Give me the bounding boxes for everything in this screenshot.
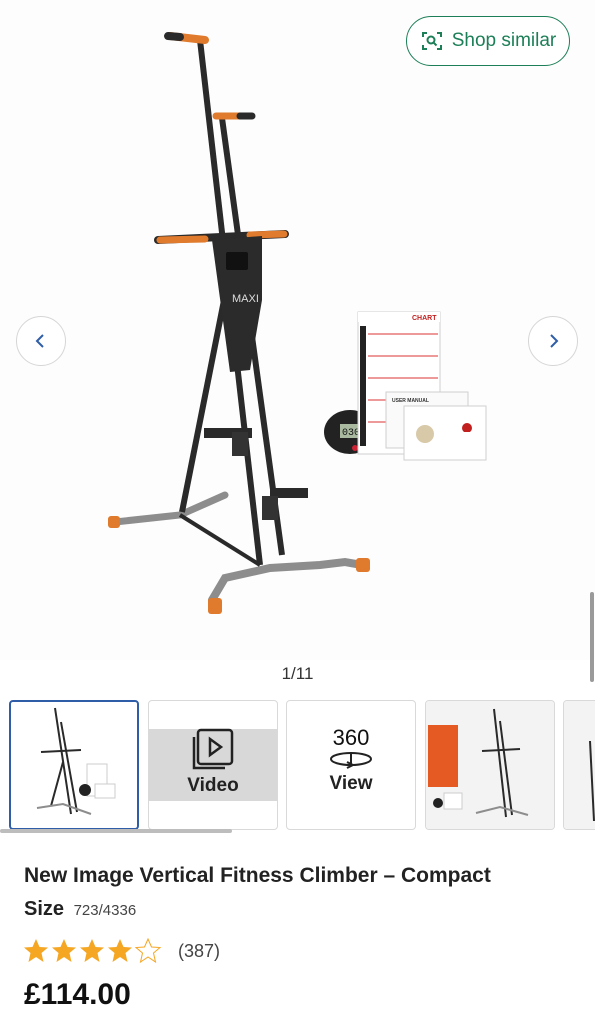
product-title: New Image Vertical Fitness Climber – Com… <box>24 864 491 887</box>
view-360-label: 360 <box>332 725 370 750</box>
thumbnail-next-image[interactable] <box>563 700 595 830</box>
shop-similar-button[interactable]: Shop similar <box>406 16 570 66</box>
product-image-gallery[interactable]: MAXI 030 CHART USER MANUAL Shop similar <box>0 0 595 660</box>
review-count[interactable]: (387) <box>178 941 220 962</box>
thumbnail-360-view[interactable]: 360 View <box>286 700 416 830</box>
thumbnail-includes-image[interactable] <box>425 700 555 830</box>
console-display: 030 <box>342 428 360 439</box>
shop-similar-label: Shop similar <box>451 30 557 51</box>
gallery-counter: 1/11 <box>281 664 314 683</box>
video-label: Video <box>187 775 239 796</box>
thumbnail-strip[interactable]: Video 360 View <box>0 700 595 832</box>
size-label: Size <box>24 898 65 920</box>
star-rating <box>24 937 162 964</box>
gallery-next-button[interactable] <box>528 316 578 366</box>
thumbnail-scroll-indicator <box>0 829 232 833</box>
view-label: View <box>329 773 373 794</box>
thumbnail-product-image[interactable] <box>9 700 139 830</box>
product-thumbnail-image <box>36 707 116 815</box>
catalog-number: 723/4336 <box>73 902 137 919</box>
rotate-icon <box>330 752 372 769</box>
camera-search-icon <box>421 32 442 50</box>
product-price: £114.00 <box>24 978 131 1011</box>
star-icon <box>24 939 132 962</box>
chart-title: CHART <box>412 315 437 322</box>
play-icon <box>192 728 234 770</box>
gallery-prev-button[interactable] <box>16 316 66 366</box>
brand-mark: MAXI <box>232 293 259 305</box>
includes-thumbnail-image <box>426 701 554 829</box>
manual-title: USER MANUAL <box>392 398 429 404</box>
product-main-image: MAXI 030 CHART USER MANUAL <box>108 32 487 614</box>
rating-row[interactable]: (387) <box>22 936 220 966</box>
thumbnail-video[interactable]: Video <box>148 700 278 830</box>
size-row: Size 723/4336 <box>24 898 136 921</box>
partial-thumbnail-image <box>564 701 595 829</box>
chevron-right-icon <box>550 334 559 348</box>
chevron-left-icon <box>35 334 44 348</box>
